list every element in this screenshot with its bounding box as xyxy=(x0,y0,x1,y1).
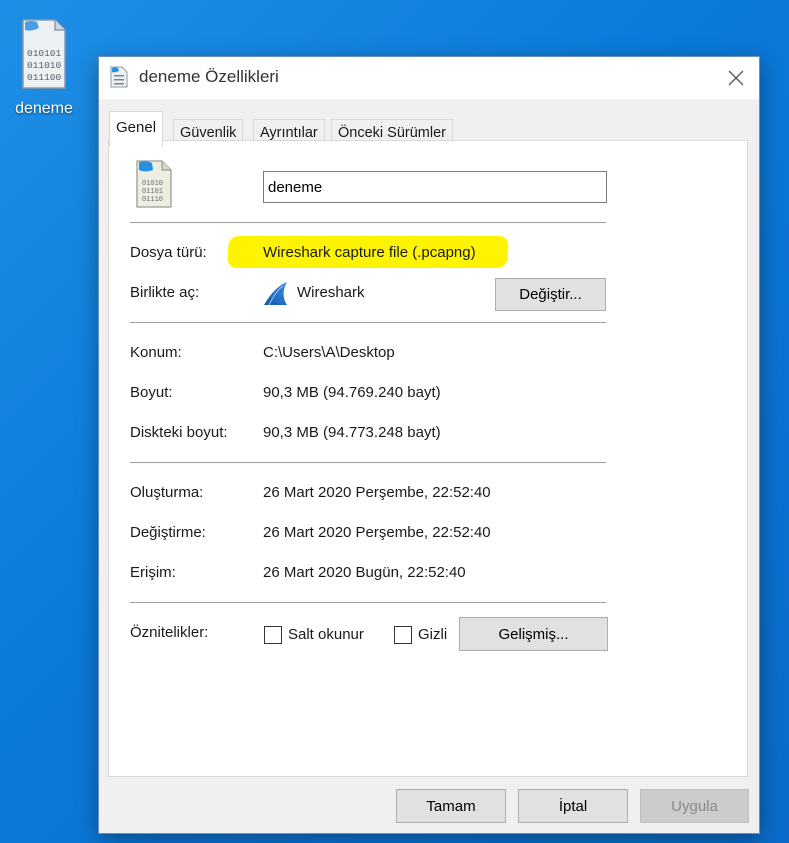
size-value: 90,3 MB (94.769.240 bayt) xyxy=(263,384,441,401)
disk-size-label: Diskteki boyut: xyxy=(130,424,228,441)
hidden-checkbox[interactable] xyxy=(394,626,412,644)
tab-genel[interactable]: Genel xyxy=(109,111,164,146)
readonly-checkbox[interactable] xyxy=(264,626,282,644)
size-label: Boyut: xyxy=(130,384,173,401)
readonly-label[interactable]: Salt okunur xyxy=(288,626,364,643)
opens-with-label: Birlikte aç: xyxy=(130,284,200,301)
dialog-title: deneme Özellikleri xyxy=(139,67,279,86)
modified-value: 26 Mart 2020 Perşembe, 22:52:40 xyxy=(263,524,491,541)
ok-button[interactable]: Tamam xyxy=(396,789,506,823)
location-value: C:\Users\A\Desktop xyxy=(263,344,395,361)
location-label: Konum: xyxy=(130,344,182,361)
general-panel: 01010 01101 01110 Dosya türü: Wireshark … xyxy=(108,140,748,777)
opens-with-value: Wireshark xyxy=(297,284,365,301)
separator xyxy=(130,222,606,223)
binary-file-icon: 010101 011010 011100 xyxy=(22,19,66,89)
file-bits-line-3: 01110 xyxy=(142,196,163,204)
apply-button[interactable]: Uygula xyxy=(640,789,749,823)
close-button[interactable] xyxy=(713,57,759,99)
desktop-icon-label: deneme xyxy=(15,100,73,117)
desktop-file-icon[interactable]: 010101 011010 011100 deneme xyxy=(4,18,84,118)
title-bar[interactable]: deneme Özellikleri xyxy=(99,57,759,99)
created-label: Oluşturma: xyxy=(130,484,204,501)
properties-dialog: deneme Özellikleri Güvenlik Ayrıntılar Ö… xyxy=(98,56,760,834)
close-icon xyxy=(728,70,744,86)
separator xyxy=(130,462,606,463)
desktop-bits-line-2: 011010 xyxy=(27,60,62,71)
file-name-input[interactable] xyxy=(263,171,607,203)
attributes-label: Öznitelikler: xyxy=(130,624,209,641)
file-type-label: Dosya türü: xyxy=(130,244,207,261)
advanced-button[interactable]: Gelişmiş... xyxy=(459,617,608,651)
pcapng-file-icon: 01010 01101 01110 xyxy=(136,160,172,208)
separator xyxy=(130,322,606,323)
change-button[interactable]: Değiştir... xyxy=(495,278,606,311)
separator xyxy=(130,602,606,603)
desktop-bits-line-3: 011100 xyxy=(27,72,62,83)
desktop-bits-line-1: 010101 xyxy=(27,48,62,59)
created-value: 26 Mart 2020 Perşembe, 22:52:40 xyxy=(263,484,491,501)
file-bits-line-1: 01010 xyxy=(142,180,163,188)
wireshark-fin-icon xyxy=(264,282,287,306)
cancel-button[interactable]: İptal xyxy=(518,789,628,823)
modified-label: Değiştirme: xyxy=(130,524,206,541)
accessed-label: Erişim: xyxy=(130,564,176,581)
accessed-value: 26 Mart 2020 Bugün, 22:52:40 xyxy=(263,564,466,581)
disk-size-value: 90,3 MB (94.773.248 bayt) xyxy=(263,424,441,441)
hidden-label[interactable]: Gizli xyxy=(418,626,447,643)
file-title-icon xyxy=(110,66,128,88)
file-type-value: Wireshark capture file (.pcapng) xyxy=(263,244,476,261)
file-bits-line-2: 01101 xyxy=(142,188,163,196)
